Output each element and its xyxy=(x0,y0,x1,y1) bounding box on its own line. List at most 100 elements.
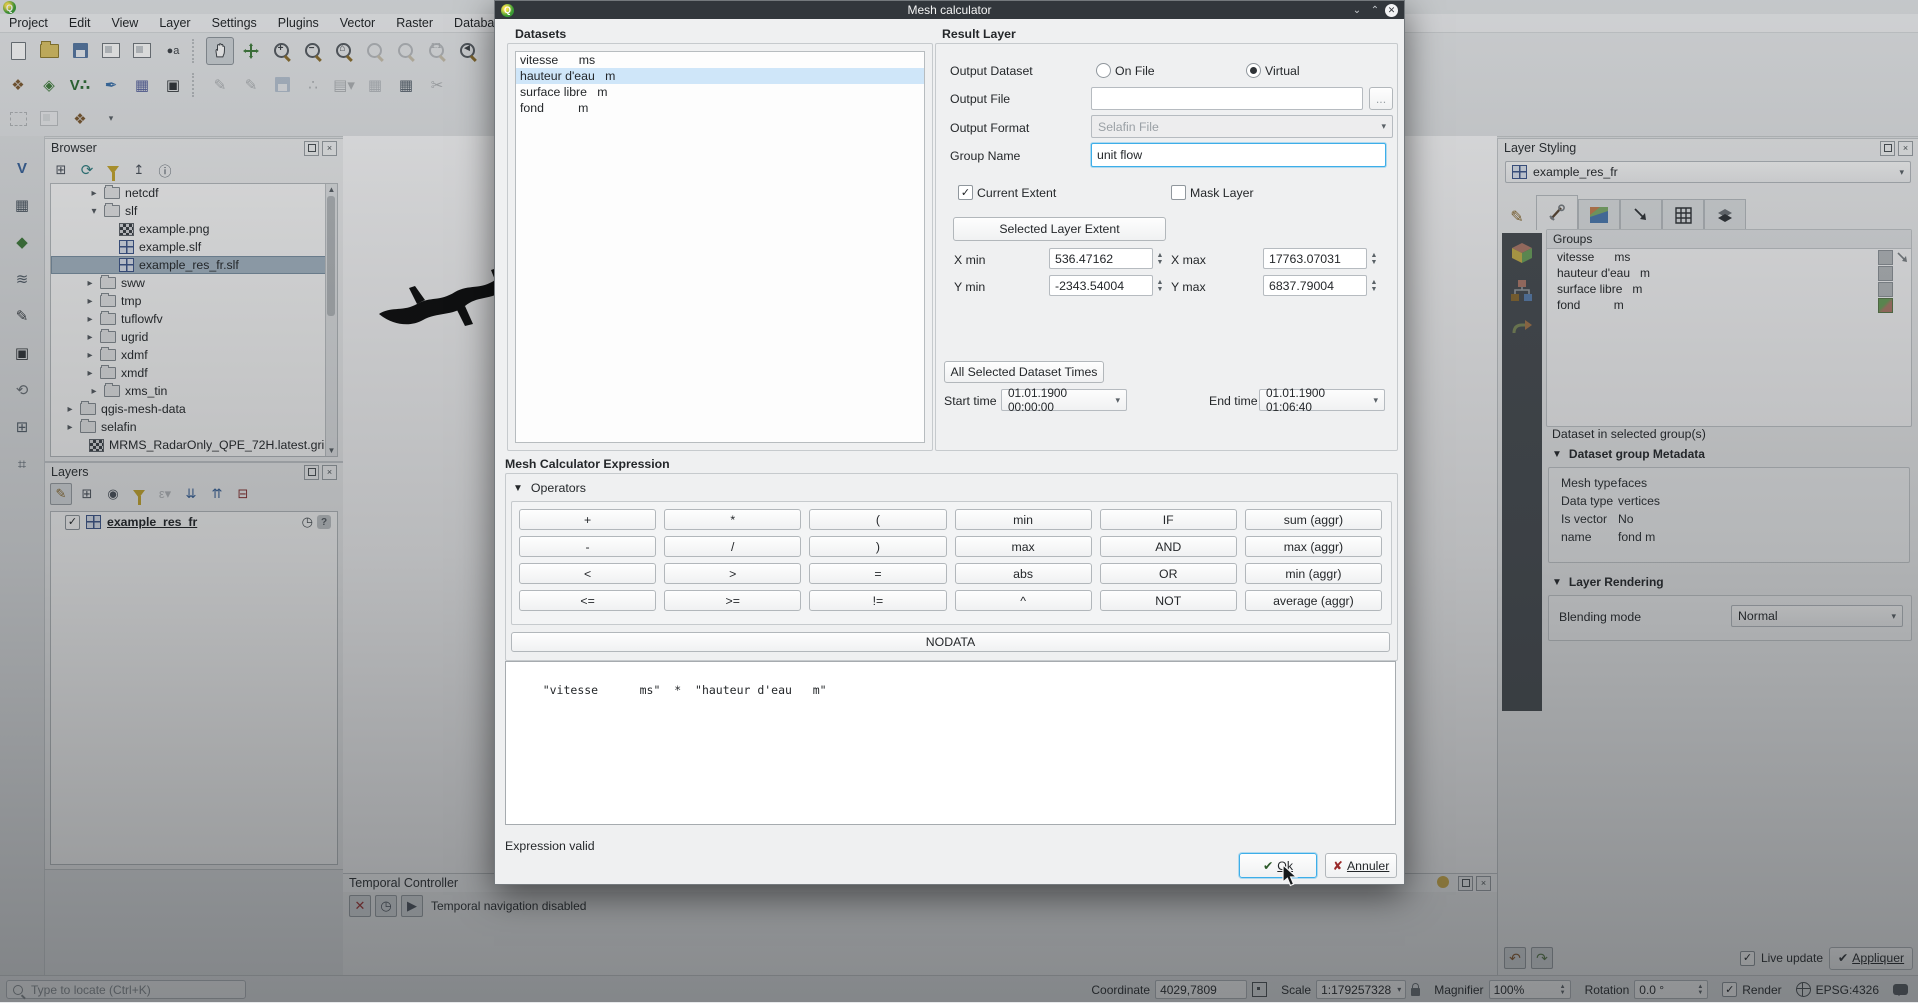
operator-button[interactable]: IF xyxy=(1100,509,1237,530)
digitize-line-icon[interactable]: V xyxy=(8,154,36,182)
tree-item[interactable]: ▾slf xyxy=(51,202,337,220)
toolbar-overflow-icon[interactable]: ▾ xyxy=(97,105,125,133)
xmin-input[interactable] xyxy=(1049,248,1153,269)
vector-render-toggle-icon[interactable] xyxy=(1896,251,1909,264)
operator-button[interactable]: < xyxy=(519,563,656,584)
operator-button[interactable]: NOT xyxy=(1100,590,1237,611)
dataset-item[interactable]: surface libre m xyxy=(516,84,924,100)
temporal-layer-icon[interactable]: ◷ xyxy=(302,514,313,530)
tab-rendering-grid[interactable] xyxy=(1662,199,1704,230)
mesh-grid-tool-icon[interactable]: ▦ xyxy=(8,191,36,219)
operator-button[interactable]: >= xyxy=(664,590,801,611)
operator-button[interactable]: > xyxy=(664,563,801,584)
tab-contours-symbology[interactable] xyxy=(1578,199,1620,230)
float-panel-icon[interactable] xyxy=(1458,876,1473,891)
operator-button[interactable]: <= xyxy=(519,590,656,611)
pan-to-selection-icon[interactable] xyxy=(237,37,265,65)
dialog-titlebar[interactable]: Q Mesh calculator ⌄ ⌃ ✕ xyxy=(495,1,1404,19)
properties-info-icon[interactable]: ⓘ xyxy=(154,159,176,181)
hierarchy-icon[interactable] xyxy=(1510,280,1534,307)
zoom-to-layer-icon[interactable] xyxy=(392,37,420,65)
xmin-spin-icons[interactable]: ▲▼ xyxy=(1153,248,1167,269)
operator-button[interactable]: * xyxy=(664,509,801,530)
expand-icon[interactable]: ▸ xyxy=(85,350,95,361)
on-file-radio[interactable] xyxy=(1096,63,1111,78)
operator-button[interactable]: AND xyxy=(1100,536,1237,557)
menu-item-view[interactable]: View xyxy=(111,16,138,30)
zoom-to-selection-icon[interactable] xyxy=(361,37,389,65)
undo-style-icon[interactable]: ↶ xyxy=(1504,947,1526,969)
operator-button[interactable]: ) xyxy=(809,536,946,557)
close-icon[interactable]: ✕ xyxy=(1385,4,1398,17)
tree-item[interactable]: ▸sww xyxy=(51,274,337,292)
close-panel-icon[interactable]: × xyxy=(1476,876,1491,891)
zoom-native-icon[interactable]: 1:1 xyxy=(423,37,451,65)
tree-item[interactable]: ▸xdmf xyxy=(51,346,337,364)
ymin-spin-icons[interactable]: ▲▼ xyxy=(1153,275,1167,296)
blending-mode-combo[interactable]: Normal ▾ xyxy=(1731,605,1903,627)
maximize-icon[interactable]: ⌃ xyxy=(1367,5,1383,16)
contour-render-active-icon[interactable] xyxy=(1878,298,1893,313)
tree-item[interactable]: ▸tmp xyxy=(51,292,337,310)
layout-manager-icon[interactable] xyxy=(97,37,125,65)
close-panel-icon[interactable]: × xyxy=(1898,141,1913,156)
paste-features-icon[interactable]: ❖ xyxy=(66,105,94,133)
operator-button[interactable]: min (aggr) xyxy=(1245,563,1382,584)
locate-search-box[interactable]: Type to locate (Ctrl+K) xyxy=(6,980,246,999)
selected-layer-extent-button[interactable]: Selected Layer Extent xyxy=(953,217,1166,241)
open-layer-styling-icon[interactable]: ✎ xyxy=(50,483,72,505)
mesh-select-tool-icon[interactable]: ◆ xyxy=(8,228,36,256)
magnifier-spinner[interactable]: 100% ▲▼ xyxy=(1489,980,1571,999)
spin-down-icon[interactable]: ▼ xyxy=(1560,990,1566,996)
filter-expression-icon[interactable]: ε▾ xyxy=(154,483,176,505)
expand-icon[interactable]: ▸ xyxy=(85,296,95,307)
zoom-out-icon[interactable]: − xyxy=(299,37,327,65)
tree-item-selected[interactable]: example_res_fr.slf xyxy=(51,256,337,274)
current-extent-checkbox[interactable] xyxy=(958,185,973,200)
end-time-combo[interactable]: 01.01.1900 01:06:40 ▾ xyxy=(1259,389,1385,411)
filter-legend-icon[interactable] xyxy=(128,483,150,505)
operator-button[interactable]: - xyxy=(519,536,656,557)
current-edits-icon[interactable]: ✎ xyxy=(206,71,234,99)
scale-combo[interactable]: 1:179257328 ▾ xyxy=(1316,980,1406,999)
expand-all-icon[interactable]: ⇊ xyxy=(180,483,202,505)
tree-item[interactable]: example.png xyxy=(51,220,337,238)
layer-name[interactable]: example_res_fr xyxy=(107,515,197,529)
metadata-section-header[interactable]: ▼ Dataset group Metadata xyxy=(1552,447,1705,461)
spin-down-icon[interactable]: ▼ xyxy=(1697,990,1703,996)
dataset-item-selected[interactable]: hauteur d'eau m xyxy=(516,68,924,84)
operator-button[interactable]: max xyxy=(955,536,1092,557)
redo-style-icon[interactable]: ↷ xyxy=(1531,947,1553,969)
menu-item-vector[interactable]: Vector xyxy=(340,16,375,30)
cut-features-icon[interactable]: ✂ xyxy=(423,71,451,99)
layer-item[interactable]: example_res_fr ◷ ? xyxy=(51,512,337,532)
mesh-3d-icon[interactable] xyxy=(1510,241,1534,268)
add-vector-layer-icon[interactable]: ◈ xyxy=(35,71,63,99)
tree-item[interactable]: ▸ugrid xyxy=(51,328,337,346)
zoom-in-icon[interactable]: + xyxy=(268,37,296,65)
style-manager-icon[interactable] xyxy=(128,37,156,65)
operator-button[interactable]: sum (aggr) xyxy=(1245,509,1382,530)
expand-icon[interactable]: ▸ xyxy=(65,404,75,415)
operator-button[interactable]: abs xyxy=(955,563,1092,584)
operator-button[interactable]: = xyxy=(809,563,946,584)
attribute-table-icon[interactable]: ▦ xyxy=(361,71,389,99)
start-time-combo[interactable]: 01.01.1900 00:00:00 ▾ xyxy=(1001,389,1127,411)
float-panel-icon[interactable] xyxy=(304,141,319,156)
collapse-all-layers-icon[interactable]: ⇈ xyxy=(206,483,228,505)
remove-layer-icon[interactable]: ⊟ xyxy=(232,483,254,505)
render-checkbox[interactable] xyxy=(1722,982,1737,997)
expand-icon[interactable]: ▸ xyxy=(85,368,95,379)
ymax-spin-icons[interactable]: ▲▼ xyxy=(1367,275,1381,296)
ok-button[interactable]: ✔ Ok xyxy=(1239,853,1317,878)
select-features-icon[interactable] xyxy=(4,105,32,133)
layer-notes-icon[interactable]: ? xyxy=(317,515,331,529)
live-update-checkbox[interactable] xyxy=(1740,951,1755,966)
coordinate-input[interactable] xyxy=(1155,980,1247,999)
operators-header[interactable]: ▼ Operators xyxy=(513,481,586,495)
toggle-editing-icon[interactable]: ✎ xyxy=(237,71,265,99)
expression-textarea[interactable]: "vitesse ms" * "hauteur d'eau m" xyxy=(505,661,1396,825)
open-project-icon[interactable] xyxy=(35,37,63,65)
scroll-down-icon[interactable]: ▼ xyxy=(326,445,337,456)
manage-visibility-icon[interactable]: ◉ xyxy=(102,483,124,505)
